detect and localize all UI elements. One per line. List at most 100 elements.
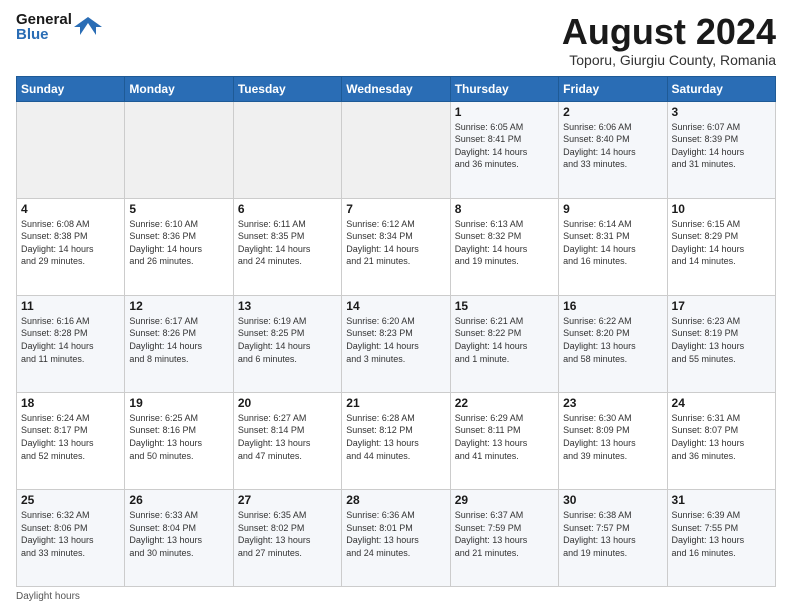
col-thursday: Thursday (450, 76, 558, 101)
day-info: Sunrise: 6:36 AMSunset: 8:01 PMDaylight:… (346, 509, 445, 559)
col-wednesday: Wednesday (342, 76, 450, 101)
week-row-5: 25 Sunrise: 6:32 AMSunset: 8:06 PMDayligh… (17, 489, 776, 586)
logo-wrap: General Blue (16, 12, 102, 42)
day-number: 11 (21, 299, 120, 313)
day-number: 29 (455, 493, 554, 507)
week-row-2: 4Sunrise: 6:08 AMSunset: 8:38 PMDaylight… (17, 198, 776, 295)
day-info: Sunrise: 6:13 AMSunset: 8:32 PMDaylight:… (455, 218, 554, 268)
day-info: Sunrise: 6:39 AMSunset: 7:55 PMDaylight:… (672, 509, 771, 559)
col-saturday: Saturday (667, 76, 775, 101)
calendar-cell: 8 Sunrise: 6:13 AMSunset: 8:32 PMDaylight… (450, 198, 558, 295)
calendar-cell: 12 Sunrise: 6:17 AMSunset: 8:26 PMDayligh… (125, 295, 233, 392)
day-info: Sunrise: 6:10 AMSunset: 8:36 PMDaylight:… (129, 218, 228, 268)
day-info: Sunrise: 6:20 AMSunset: 8:23 PMDaylight:… (346, 315, 445, 365)
calendar-cell: 28 Sunrise: 6:36 AMSunset: 8:01 PMDayligh… (342, 489, 450, 586)
calendar-cell: 6 Sunrise: 6:11 AMSunset: 8:35 PMDaylight… (233, 198, 341, 295)
day-info: Sunrise: 6:28 AMSunset: 8:12 PMDaylight:… (346, 412, 445, 462)
day-number: 16 (563, 299, 662, 313)
day-info: Sunrise: 6:11 AMSunset: 8:35 PMDaylight:… (238, 218, 337, 268)
day-info: Sunrise: 6:25 AMSunset: 8:16 PMDaylight:… (129, 412, 228, 462)
day-info: Sunrise: 6:12 AMSunset: 8:34 PMDaylight:… (346, 218, 445, 268)
footer: Daylight hours (16, 591, 776, 602)
day-number: 21 (346, 396, 445, 410)
day-info: Sunrise: 6:17 AMSunset: 8:26 PMDaylight:… (129, 315, 228, 365)
calendar-cell (233, 101, 341, 198)
header: General Blue August 2024 Toporu, Giurgiu… (16, 12, 776, 68)
main-title: August 2024 (562, 12, 776, 52)
day-number: 14 (346, 299, 445, 313)
day-number: 1 (455, 105, 554, 119)
calendar-cell: 24 Sunrise: 6:31 AMSunset: 8:07 PMDayligh… (667, 392, 775, 489)
day-info: Sunrise: 6:06 AMSunset: 8:40 PMDaylight:… (563, 121, 662, 171)
day-number: 19 (129, 396, 228, 410)
calendar-cell: 21 Sunrise: 6:28 AMSunset: 8:12 PMDayligh… (342, 392, 450, 489)
calendar-cell: 26 Sunrise: 6:33 AMSunset: 8:04 PMDayligh… (125, 489, 233, 586)
calendar-cell: 30 Sunrise: 6:38 AMSunset: 7:57 PMDayligh… (559, 489, 667, 586)
calendar-cell: 7 Sunrise: 6:12 AMSunset: 8:34 PMDaylight… (342, 198, 450, 295)
day-number: 9 (563, 202, 662, 216)
day-info: Sunrise: 6:33 AMSunset: 8:04 PMDaylight:… (129, 509, 228, 559)
logo-general: General (16, 12, 72, 27)
calendar-cell: 18 Sunrise: 6:24 AMSunset: 8:17 PMDayligh… (17, 392, 125, 489)
day-number: 7 (346, 202, 445, 216)
calendar-cell: 25 Sunrise: 6:32 AMSunset: 8:06 PMDayligh… (17, 489, 125, 586)
day-number: 18 (21, 396, 120, 410)
calendar-cell (342, 101, 450, 198)
day-info: Sunrise: 6:16 AMSunset: 8:28 PMDaylight:… (21, 315, 120, 365)
calendar-cell: 15 Sunrise: 6:21 AMSunset: 8:22 PMDayligh… (450, 295, 558, 392)
day-number: 8 (455, 202, 554, 216)
day-number: 3 (672, 105, 771, 119)
day-info: Sunrise: 6:21 AMSunset: 8:22 PMDaylight:… (455, 315, 554, 365)
calendar-cell: 13Sunrise: 6:19 AMSunset: 8:25 PMDayligh… (233, 295, 341, 392)
day-info: Sunrise: 6:07 AMSunset: 8:39 PMDaylight:… (672, 121, 771, 171)
week-row-1: 1 Sunrise: 6:05 AMSunset: 8:41 PMDaylight… (17, 101, 776, 198)
day-info: Sunrise: 6:37 AMSunset: 7:59 PMDaylight:… (455, 509, 554, 559)
day-number: 20 (238, 396, 337, 410)
day-info: Sunrise: 6:14 AMSunset: 8:31 PMDaylight:… (563, 218, 662, 268)
day-number: 4 (21, 202, 120, 216)
day-number: 17 (672, 299, 771, 313)
calendar-cell: 1 Sunrise: 6:05 AMSunset: 8:41 PMDaylight… (450, 101, 558, 198)
calendar-cell: 4Sunrise: 6:08 AMSunset: 8:38 PMDaylight… (17, 198, 125, 295)
calendar-cell: 17 Sunrise: 6:23 AMSunset: 8:19 PMDayligh… (667, 295, 775, 392)
day-number: 30 (563, 493, 662, 507)
day-number: 26 (129, 493, 228, 507)
day-number: 15 (455, 299, 554, 313)
day-info: Sunrise: 6:31 AMSunset: 8:07 PMDaylight:… (672, 412, 771, 462)
title-block: August 2024 Toporu, Giurgiu County, Roma… (562, 12, 776, 68)
footer-text: Daylight hours (16, 591, 80, 602)
calendar-cell: 5 Sunrise: 6:10 AMSunset: 8:36 PMDaylight… (125, 198, 233, 295)
logo-text-wrap: General Blue (16, 12, 72, 42)
col-tuesday: Tuesday (233, 76, 341, 101)
day-number: 5 (129, 202, 228, 216)
calendar-cell: 23Sunrise: 6:30 AMSunset: 8:09 PMDayligh… (559, 392, 667, 489)
day-number: 25 (21, 493, 120, 507)
day-info: Sunrise: 6:32 AMSunset: 8:06 PMDaylight:… (21, 509, 120, 559)
day-number: 27 (238, 493, 337, 507)
day-number: 24 (672, 396, 771, 410)
day-number: 12 (129, 299, 228, 313)
col-friday: Friday (559, 76, 667, 101)
col-sunday: Sunday (17, 76, 125, 101)
header-row: Sunday Monday Tuesday Wednesday Thursday… (17, 76, 776, 101)
day-info: Sunrise: 6:29 AMSunset: 8:11 PMDaylight:… (455, 412, 554, 462)
day-number: 31 (672, 493, 771, 507)
day-number: 28 (346, 493, 445, 507)
day-info: Sunrise: 6:23 AMSunset: 8:19 PMDaylight:… (672, 315, 771, 365)
day-number: 22 (455, 396, 554, 410)
calendar-cell: 19 Sunrise: 6:25 AMSunset: 8:16 PMDayligh… (125, 392, 233, 489)
col-monday: Monday (125, 76, 233, 101)
day-info: Sunrise: 6:30 AMSunset: 8:09 PMDaylight:… (563, 412, 662, 462)
day-info: Sunrise: 6:15 AMSunset: 8:29 PMDaylight:… (672, 218, 771, 268)
calendar-cell: 29 Sunrise: 6:37 AMSunset: 7:59 PMDayligh… (450, 489, 558, 586)
day-info: Sunrise: 6:19 AMSunset: 8:25 PMDaylight:… (238, 315, 337, 365)
day-number: 2 (563, 105, 662, 119)
day-info: Sunrise: 6:05 AMSunset: 8:41 PMDaylight:… (455, 121, 554, 171)
day-number: 6 (238, 202, 337, 216)
day-info: Sunrise: 6:38 AMSunset: 7:57 PMDaylight:… (563, 509, 662, 559)
day-info: Sunrise: 6:22 AMSunset: 8:20 PMDaylight:… (563, 315, 662, 365)
calendar-cell: 9 Sunrise: 6:14 AMSunset: 8:31 PMDaylight… (559, 198, 667, 295)
calendar-cell: 10Sunrise: 6:15 AMSunset: 8:29 PMDayligh… (667, 198, 775, 295)
day-info: Sunrise: 6:24 AMSunset: 8:17 PMDaylight:… (21, 412, 120, 462)
calendar-cell: 14 Sunrise: 6:20 AMSunset: 8:23 PMDayligh… (342, 295, 450, 392)
